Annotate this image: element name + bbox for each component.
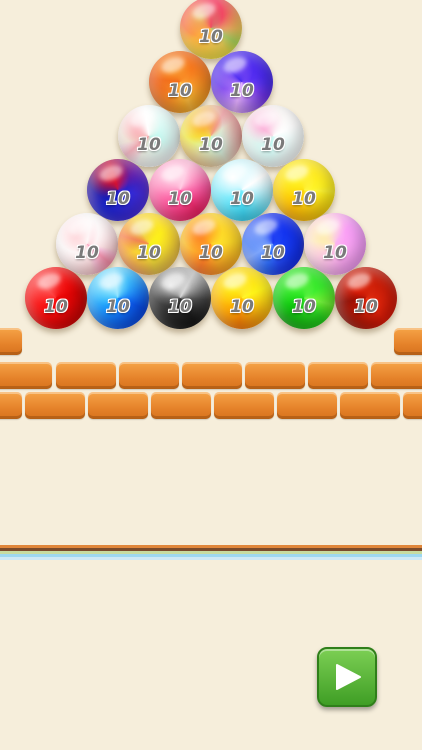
brick-wall	[0, 328, 422, 424]
brick	[245, 362, 305, 389]
ball[interactable]: 10	[180, 213, 242, 275]
ball[interactable]: 10	[304, 213, 366, 275]
ball-value: 10	[106, 189, 130, 209]
brick	[403, 392, 422, 419]
ball[interactable]: 10	[211, 267, 273, 329]
ball-value: 10	[168, 189, 192, 209]
ball-value: 10	[199, 135, 223, 155]
ball-value: 10	[230, 81, 254, 101]
ball-value: 10	[230, 189, 254, 209]
brick	[308, 362, 368, 389]
ball[interactable]: 10	[211, 159, 273, 221]
ball[interactable]: 10	[335, 267, 397, 329]
play-icon	[336, 664, 361, 690]
ball-value: 10	[75, 243, 99, 263]
ball[interactable]: 10	[87, 267, 149, 329]
ball-value: 10	[261, 243, 285, 263]
ball-value: 10	[44, 297, 68, 317]
ball-value: 10	[137, 243, 161, 263]
ball[interactable]: 10	[273, 267, 335, 329]
ball-value: 10	[292, 297, 316, 317]
ball-value: 10	[168, 81, 192, 101]
ball-value: 10	[199, 243, 223, 263]
ball-value: 10	[261, 135, 285, 155]
brick	[340, 392, 400, 419]
floor-stripes	[0, 545, 422, 560]
brick	[0, 392, 22, 419]
brick	[119, 362, 179, 389]
brick	[151, 392, 211, 419]
play-button[interactable]	[317, 647, 377, 707]
ball-value: 10	[230, 297, 254, 317]
ball[interactable]: 10	[118, 213, 180, 275]
ball[interactable]: 10	[242, 213, 304, 275]
brick	[214, 392, 274, 419]
ball[interactable]: 10	[56, 213, 118, 275]
ball[interactable]: 10	[25, 267, 87, 329]
ball[interactable]: 10	[149, 51, 211, 113]
ball-value: 10	[354, 297, 378, 317]
ball-value: 10	[137, 135, 161, 155]
brick	[182, 362, 242, 389]
ball[interactable]: 10	[149, 159, 211, 221]
ball-value: 10	[199, 27, 223, 47]
brick	[88, 392, 148, 419]
brick	[0, 362, 52, 389]
brick	[0, 328, 22, 355]
ball[interactable]: 10	[242, 105, 304, 167]
brick	[371, 362, 422, 389]
ball[interactable]: 10	[87, 159, 149, 221]
game-board: 10 10 10 10 10 10 10 10 10 10 10 10 10 10 10 10 10 10 10 10…	[0, 0, 422, 750]
ball-value: 10	[106, 297, 130, 317]
ball[interactable]: 10	[149, 267, 211, 329]
ball[interactable]: 10	[180, 0, 242, 59]
ball[interactable]: 10	[273, 159, 335, 221]
ball[interactable]: 10	[118, 105, 180, 167]
ball-value: 10	[168, 297, 192, 317]
ball[interactable]: 10	[180, 105, 242, 167]
brick	[277, 392, 337, 419]
brick	[56, 362, 116, 389]
brick	[25, 392, 85, 419]
ball[interactable]: 10	[211, 51, 273, 113]
ball-value: 10	[323, 243, 347, 263]
stripe	[0, 557, 422, 560]
ball-value: 10	[292, 189, 316, 209]
brick	[394, 328, 422, 355]
